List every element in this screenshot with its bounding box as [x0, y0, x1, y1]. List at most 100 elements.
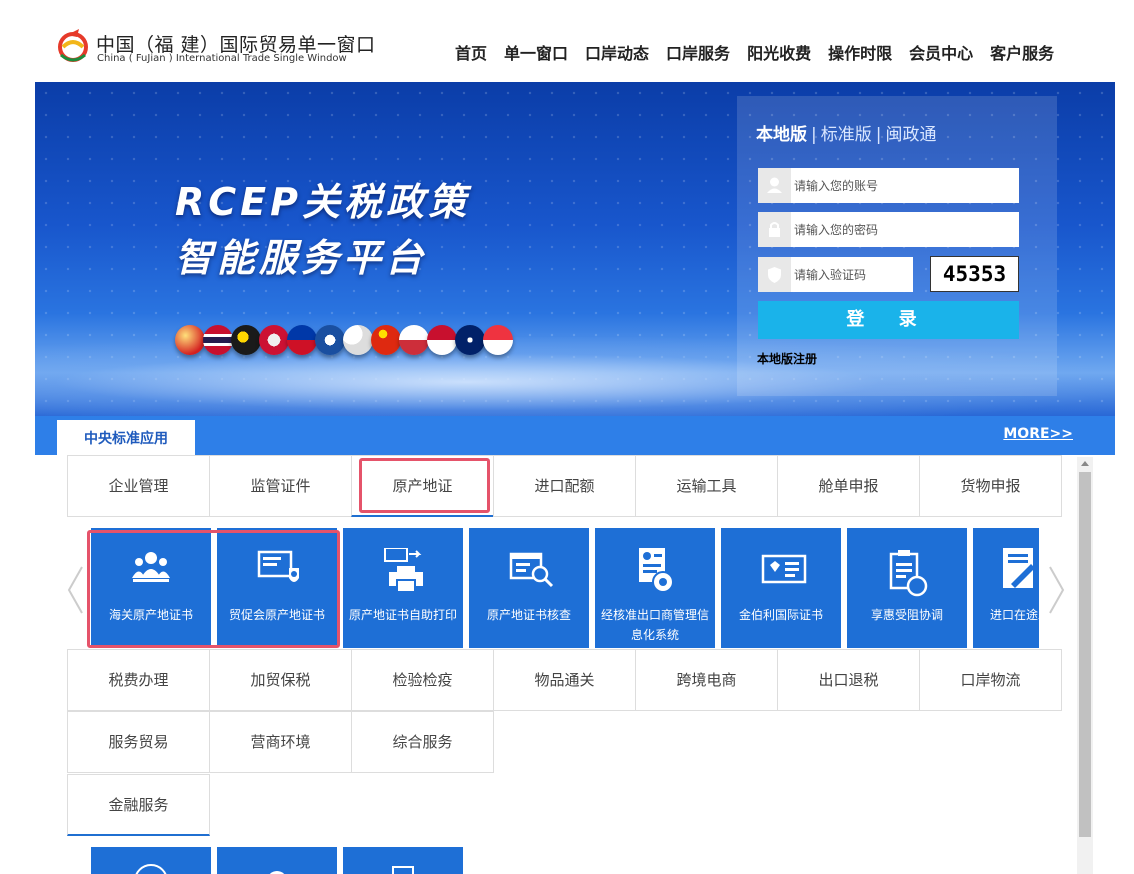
tab-service-trade[interactable]: 服务贸易: [67, 711, 210, 773]
flag-ball-icon: [427, 325, 457, 355]
account-field: [758, 168, 1019, 203]
scrollbar[interactable]: [1077, 457, 1093, 874]
banner-title: RCEP关税政策 智能服务平台: [175, 174, 470, 286]
tab-processing-trade-bonded[interactable]: 加贸保税: [209, 649, 352, 711]
app-tile-label: 经核准出口商管理信息化系统: [600, 608, 709, 642]
nav-member-center[interactable]: 会员中心: [909, 40, 973, 64]
users-icon: [132, 552, 170, 582]
flag-ball-icon: [231, 325, 261, 355]
tab-goods-declaration[interactable]: 货物申报: [919, 455, 1062, 517]
tab-comprehensive-services[interactable]: 综合服务: [351, 711, 494, 773]
carousel-prev-arrow-icon[interactable]: [65, 565, 85, 615]
app-tile-partial[interactable]: [91, 847, 211, 874]
tab-port-logistics[interactable]: 口岸物流: [919, 649, 1062, 711]
flag-ball-icon: [483, 325, 513, 355]
flag-ball-icon: [175, 325, 205, 355]
banner-title-line1: RCEP关税政策: [175, 180, 470, 224]
tab-minzhengtong[interactable]: 闽政通: [885, 125, 936, 145]
window-search-icon: [509, 552, 554, 588]
app-tile-origin-verification[interactable]: 原产地证书核查: [469, 528, 589, 648]
captcha-field: [758, 257, 913, 292]
password-input[interactable]: [794, 212, 1014, 247]
nav-port-news[interactable]: 口岸动态: [585, 40, 649, 64]
certificate-globe-icon: [257, 550, 299, 582]
app-tile-customs-certificate-of-origin[interactable]: 海关原产地证书: [91, 528, 211, 648]
hero-banner: RCEP关税政策 智能服务平台 本地版 | 标准版 | 闽政通 请输入您的账号 …: [35, 82, 1115, 455]
site-header: 中国（福 建）国际贸易单一窗口 China ( FuJian ) Interna…: [0, 0, 1134, 82]
app-tile-label: 原产地证书核查: [486, 608, 571, 622]
logo-icon[interactable]: [55, 25, 91, 65]
nav-sunshine-fees[interactable]: 阳光收费: [747, 40, 811, 64]
user-icon: [758, 168, 791, 203]
tab-separator: |: [875, 125, 882, 145]
login-button[interactable]: 登 录: [758, 301, 1019, 339]
app-tile-self-service-print[interactable]: 原产地证书自助打印: [343, 528, 463, 648]
carousel-next-arrow-icon[interactable]: [1047, 565, 1067, 615]
scrollbar-thumb[interactable]: [1079, 472, 1091, 837]
tab-manifest-declaration[interactable]: 舱单申报: [777, 455, 920, 517]
tab-enterprise-management[interactable]: 企业管理: [67, 455, 210, 517]
app-tile-partial[interactable]: [217, 847, 337, 874]
app-tile-kimberley-certificate[interactable]: 金伯利国际证书: [721, 528, 841, 648]
diamond-card-icon: [761, 554, 807, 584]
book-pen-icon: [1003, 548, 1035, 588]
flag-ball-icon: [315, 325, 345, 355]
captcha-input[interactable]: [794, 257, 909, 292]
app-tile-label: 享惠受阻协调: [870, 608, 943, 622]
tab-transport-vehicles[interactable]: 运输工具: [635, 455, 778, 517]
scroll-up-arrow-icon[interactable]: [1081, 461, 1089, 466]
globe-icon: [135, 864, 167, 874]
site-title-english: China ( FuJian ) International Trade Sin…: [97, 53, 347, 64]
flag-ball-icon: [371, 325, 401, 355]
lock-icon: [758, 212, 791, 247]
tab-article-clearance[interactable]: 物品通关: [493, 649, 636, 711]
tab-local-version[interactable]: 本地版: [756, 125, 807, 145]
flag-ball-icon: [287, 325, 317, 355]
app-tile-label: 海关原产地证书: [108, 608, 193, 622]
flag-ball-icon: [343, 325, 373, 355]
tab-cross-border-ecommerce[interactable]: 跨境电商: [635, 649, 778, 711]
account-input[interactable]: [794, 168, 1014, 203]
tab-business-environment[interactable]: 营商环境: [209, 711, 352, 773]
password-field: [758, 212, 1019, 247]
printer-icon: [384, 548, 423, 593]
section-tab-central-standard-apps[interactable]: 中央标准应用: [57, 420, 195, 455]
app-tile-ccpit-certificate-of-origin[interactable]: 贸促会原产地证书: [217, 528, 337, 648]
tab-certificate-of-origin[interactable]: 原产地证: [351, 455, 494, 517]
document-gear-icon: [639, 548, 674, 593]
app-tile-label: 进口在途发税率适: [989, 608, 1039, 622]
tab-financial-services[interactable]: 金融服务: [67, 774, 210, 836]
tab-tax-processing[interactable]: 税费办理: [67, 649, 210, 711]
main-nav: 首页 单一窗口 口岸动态 口岸服务 阳光收费 操作时限 会员中心 客户服务: [455, 40, 1071, 64]
login-version-tabs: 本地版 | 标准版 | 闽政通: [756, 120, 936, 145]
app-tile-partial[interactable]: [343, 847, 463, 874]
nav-single-window[interactable]: 单一窗口: [504, 40, 568, 64]
app-tile-import-tax-rate[interactable]: 进口在途发税率适: [973, 528, 1039, 648]
login-panel: 本地版|标准版|闽政通 45353 登 录: [737, 96, 1057, 396]
nav-operation-time-limits[interactable]: 操作时限: [828, 40, 892, 64]
flag-ball-icon: [455, 325, 485, 355]
tab-separator: |: [811, 125, 817, 145]
tab-import-quota[interactable]: 进口配额: [493, 455, 636, 517]
app-tile-preference-coordination[interactable]: 享惠受阻协调: [847, 528, 967, 648]
app-tile-approved-exporter-system[interactable]: 经核准出口商管理信息化系统: [595, 528, 715, 648]
nav-port-services[interactable]: 口岸服务: [666, 40, 730, 64]
country-flag-balls: [175, 325, 513, 355]
page: 中国（福 建）国际贸易单一窗口 China ( FuJian ) Interna…: [0, 0, 1134, 874]
captcha-image[interactable]: 45353: [930, 256, 1019, 292]
shield-icon: [758, 257, 791, 292]
app-tile-label: 原产地证书自助打印: [348, 608, 457, 622]
flag-ball-icon: [203, 325, 233, 355]
tab-standard-version[interactable]: 标准版: [821, 125, 872, 145]
nav-customer-service[interactable]: 客户服务: [990, 40, 1054, 64]
register-link[interactable]: 本地版注册: [757, 350, 817, 367]
tab-regulatory-certificates[interactable]: 监管证件: [209, 455, 352, 517]
nav-home[interactable]: 首页: [455, 40, 487, 64]
flag-ball-icon: [399, 325, 429, 355]
app-tile-label: 贸促会原产地证书: [228, 608, 325, 622]
app-tile-label: 金伯利国际证书: [738, 608, 823, 622]
circle-icon: [269, 871, 285, 874]
more-link[interactable]: MORE>>: [1003, 426, 1073, 442]
tab-export-tax-refund[interactable]: 出口退税: [777, 649, 920, 711]
tab-inspection-quarantine[interactable]: 检验检疫: [351, 649, 494, 711]
